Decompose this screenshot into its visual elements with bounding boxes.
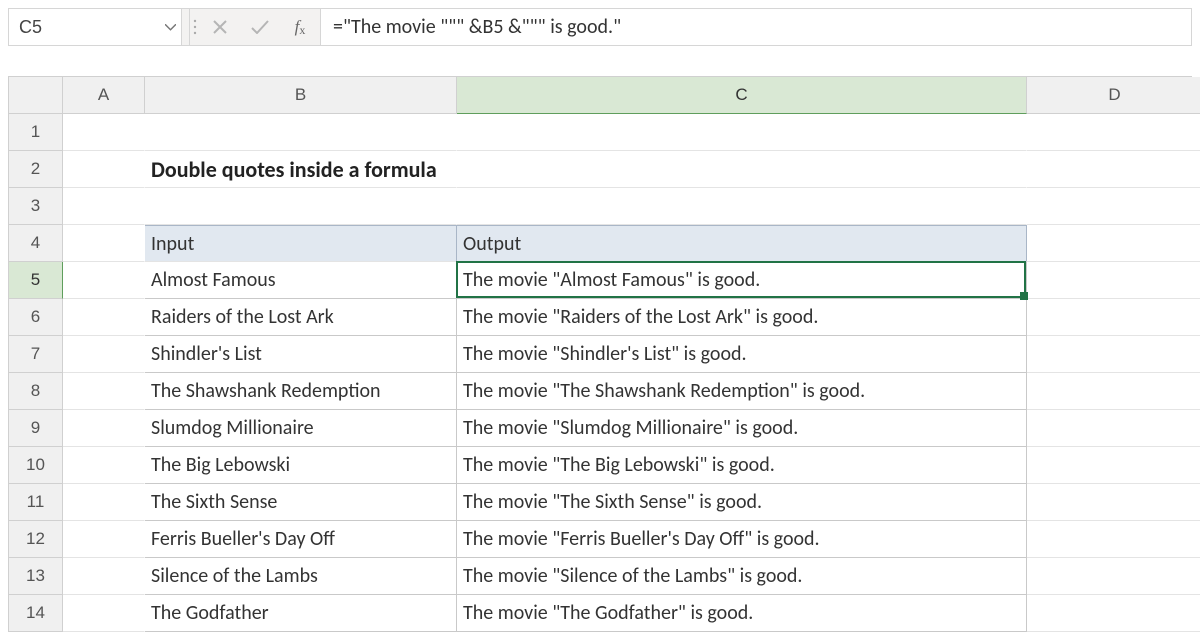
- cell[interactable]: [1027, 262, 1200, 299]
- select-all-corner[interactable]: [9, 77, 63, 114]
- row-header[interactable]: 12: [9, 521, 63, 558]
- row-header[interactable]: 14: [9, 595, 63, 632]
- row-header[interactable]: 13: [9, 558, 63, 595]
- row-header[interactable]: 6: [9, 299, 63, 336]
- cell[interactable]: [63, 114, 145, 151]
- row-header[interactable]: 4: [9, 225, 63, 262]
- cell[interactable]: [63, 336, 145, 373]
- cell[interactable]: [457, 151, 1027, 188]
- cell[interactable]: [1027, 558, 1200, 595]
- row-header[interactable]: 5: [9, 262, 63, 299]
- col-header-C[interactable]: C: [457, 77, 1027, 114]
- table-row[interactable]: The movie "Shindler's List" is good.: [457, 336, 1027, 373]
- table-row[interactable]: The movie "Ferris Bueller's Day Off" is …: [457, 521, 1027, 558]
- cell[interactable]: [63, 299, 145, 336]
- cell[interactable]: [63, 373, 145, 410]
- spreadsheet-grid[interactable]: A B C D 1 2 Double quotes inside a formu…: [8, 76, 1192, 632]
- cell[interactable]: [1027, 447, 1200, 484]
- row-header[interactable]: 10: [9, 447, 63, 484]
- table-row[interactable]: Ferris Bueller's Day Off: [145, 521, 457, 558]
- row-header[interactable]: 7: [9, 336, 63, 373]
- cell[interactable]: [1027, 336, 1200, 373]
- cell[interactable]: [457, 114, 1027, 151]
- cell[interactable]: [145, 188, 457, 225]
- cell[interactable]: [1027, 151, 1200, 188]
- cell[interactable]: [1027, 373, 1200, 410]
- col-header-D[interactable]: D: [1027, 77, 1200, 114]
- formula-bar-buttons: fx: [190, 9, 320, 45]
- table-row[interactable]: The Shawshank Redemption: [145, 373, 457, 410]
- cell[interactable]: [63, 151, 145, 188]
- table-row[interactable]: The Godfather: [145, 595, 457, 632]
- cell[interactable]: [1027, 521, 1200, 558]
- col-header-B[interactable]: B: [145, 77, 457, 114]
- page-title[interactable]: Double quotes inside a formula: [145, 151, 457, 188]
- col-header-A[interactable]: A: [63, 77, 145, 114]
- cell[interactable]: [145, 114, 457, 151]
- cell[interactable]: [457, 188, 1027, 225]
- enter-icon[interactable]: [240, 9, 280, 45]
- cell[interactable]: [1027, 595, 1200, 632]
- cell[interactable]: [1027, 114, 1200, 151]
- table-row[interactable]: The movie "The Big Lebowski" is good.: [457, 447, 1027, 484]
- cancel-icon[interactable]: [200, 9, 240, 45]
- table-row[interactable]: The movie "Silence of the Lambs" is good…: [457, 558, 1027, 595]
- cell[interactable]: [63, 447, 145, 484]
- row-header[interactable]: 9: [9, 410, 63, 447]
- row-header[interactable]: 11: [9, 484, 63, 521]
- cell[interactable]: [1027, 225, 1200, 262]
- row-header[interactable]: 3: [9, 188, 63, 225]
- table-row[interactable]: Raiders of the Lost Ark: [145, 299, 457, 336]
- table-row[interactable]: The movie "The Shawshank Redemption" is …: [457, 373, 1027, 410]
- cell[interactable]: [63, 225, 145, 262]
- cell[interactable]: [1027, 484, 1200, 521]
- name-box[interactable]: [9, 9, 182, 45]
- row-header[interactable]: 2: [9, 151, 63, 188]
- cell[interactable]: [63, 521, 145, 558]
- formula-input[interactable]: [321, 9, 1191, 45]
- cell[interactable]: [63, 484, 145, 521]
- table-row[interactable]: Shindler's List: [145, 336, 457, 373]
- cell[interactable]: [1027, 299, 1200, 336]
- table-header-input[interactable]: Input: [145, 225, 457, 262]
- row-header[interactable]: 8: [9, 373, 63, 410]
- cell[interactable]: [63, 410, 145, 447]
- cell[interactable]: [1027, 410, 1200, 447]
- dots-icon: [190, 9, 200, 45]
- table-row[interactable]: Silence of the Lambs: [145, 558, 457, 595]
- fx-icon[interactable]: fx: [280, 9, 320, 45]
- formula-bar: fx: [8, 8, 1192, 46]
- table-row[interactable]: The movie "The Sixth Sense" is good.: [457, 484, 1027, 521]
- table-row[interactable]: Slumdog Millionaire: [145, 410, 457, 447]
- row-header[interactable]: 1: [9, 114, 63, 151]
- table-row[interactable]: The Big Lebowski: [145, 447, 457, 484]
- table-header-output[interactable]: Output: [457, 225, 1027, 262]
- table-row[interactable]: The movie "Raiders of the Lost Ark" is g…: [457, 299, 1027, 336]
- table-row[interactable]: The Sixth Sense: [145, 484, 457, 521]
- cell[interactable]: [63, 595, 145, 632]
- table-row[interactable]: The movie "The Godfather" is good.: [457, 595, 1027, 632]
- cell[interactable]: [63, 262, 145, 299]
- name-box-input[interactable]: [9, 9, 159, 45]
- table-row[interactable]: The movie "Slumdog Millionaire" is good.: [457, 410, 1027, 447]
- selected-cell[interactable]: The movie "Almost Famous" is good.: [457, 262, 1027, 299]
- cell[interactable]: [63, 188, 145, 225]
- cell[interactable]: [63, 558, 145, 595]
- chevron-down-icon[interactable]: [159, 9, 181, 45]
- cell[interactable]: [1027, 188, 1200, 225]
- table-row[interactable]: Almost Famous: [145, 262, 457, 299]
